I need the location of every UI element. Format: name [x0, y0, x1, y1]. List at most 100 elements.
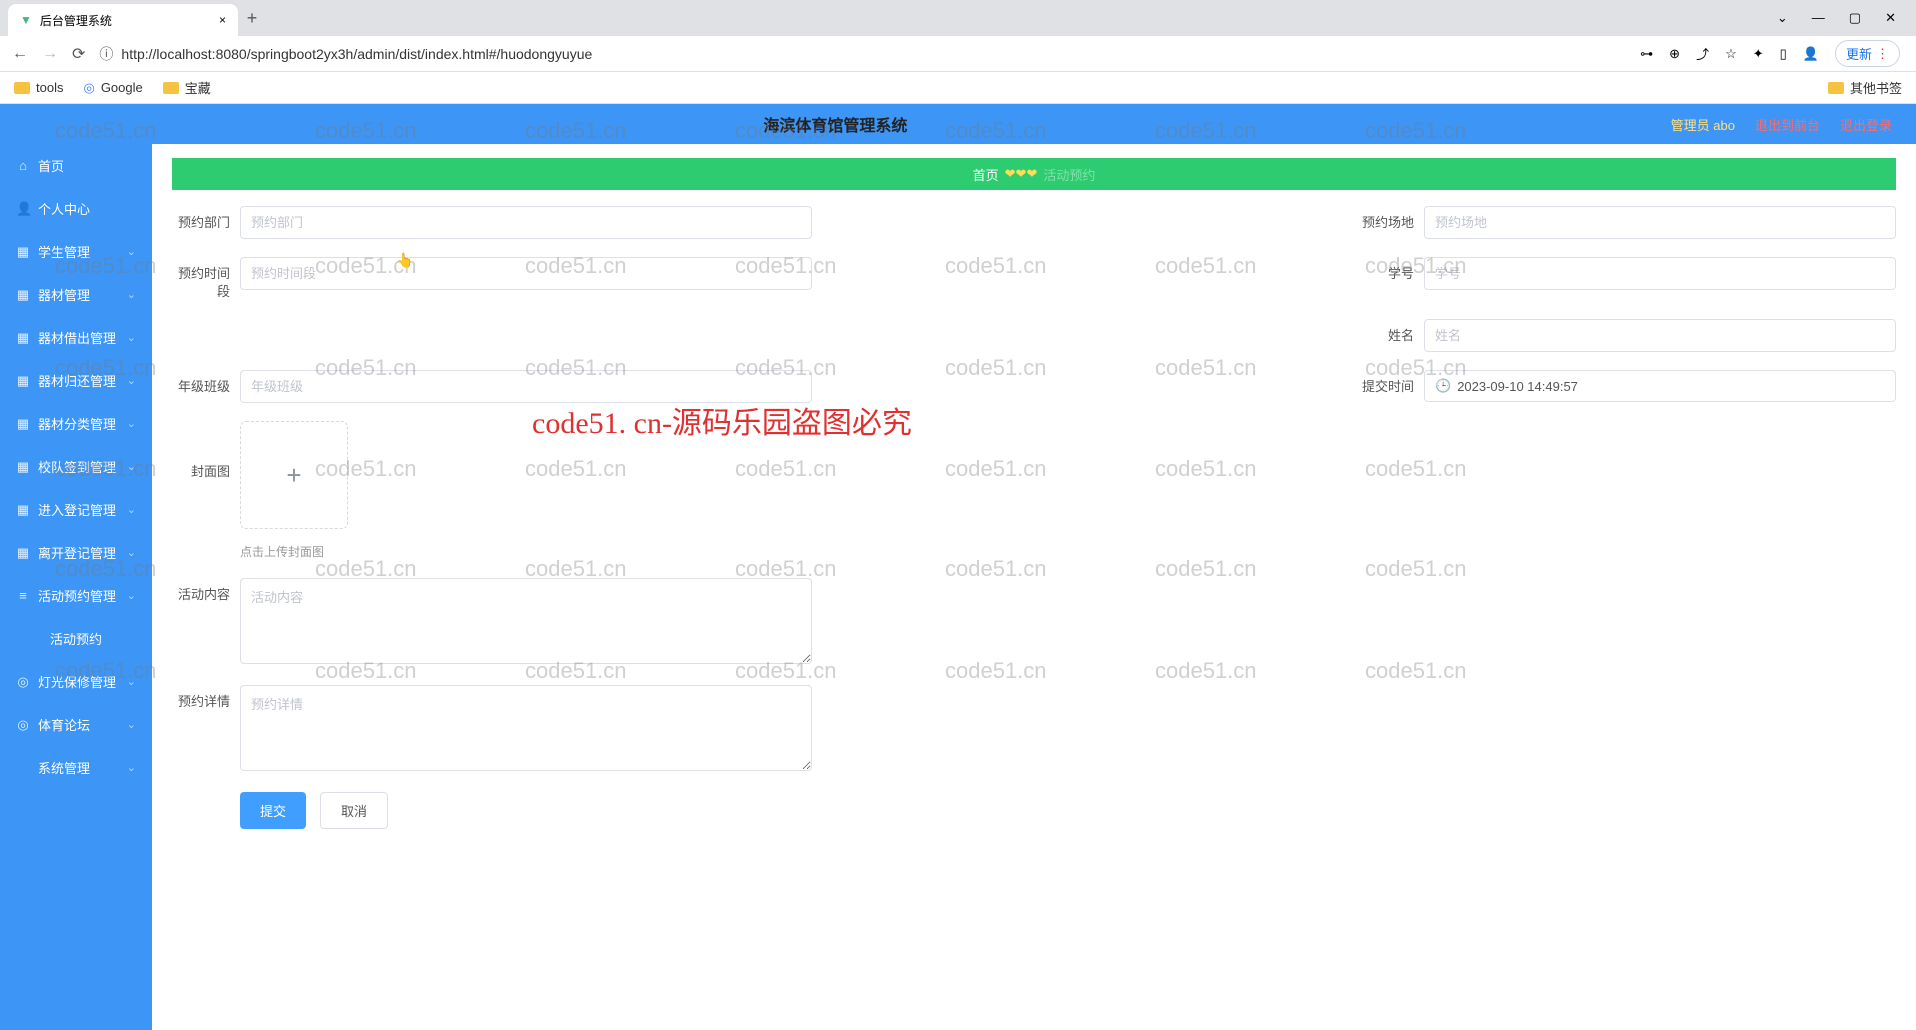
main-content: 首页 ❤❤❤ 活动预约 预约部门 预约场地 预约时间段 — [152, 144, 1916, 1030]
chevron-down-icon: ⌄ — [127, 245, 136, 258]
profile-icon[interactable]: 👤 — [1803, 46, 1819, 62]
browser-tab[interactable]: ▼ 后台管理系统 × — [8, 4, 238, 36]
sidebar-item-4[interactable]: ▦器材借出管理⌄ — [0, 316, 152, 359]
bookmark-google[interactable]: ◎Google — [83, 80, 142, 96]
sidebar-item-8[interactable]: ▦进入登记管理⌄ — [0, 488, 152, 531]
time-input[interactable] — [240, 257, 812, 290]
dept-input[interactable] — [240, 206, 812, 239]
submittime-input[interactable]: 🕒 2023-09-10 14:49:57 — [1424, 370, 1896, 402]
sidebar-label: 灯光保修管理 — [38, 672, 116, 691]
sidebar-icon: ⌂ — [16, 158, 30, 173]
sidebar-label: 体育论坛 — [38, 715, 90, 734]
sidebar-label: 器材管理 — [38, 285, 90, 304]
extension-icon[interactable]: ✦ — [1753, 46, 1764, 62]
sidebar-item-3[interactable]: ▦ 器材管理 ⌄ — [0, 273, 152, 316]
sidebar-icon: ◎ — [16, 674, 30, 690]
sidebar-label: 进入登记管理 — [38, 500, 116, 519]
sidebar-item-13[interactable]: ◎体育论坛⌄ — [0, 703, 152, 746]
sidebar-item-0[interactable]: ⌂首页 — [0, 144, 152, 187]
clock-icon: 🕒 — [1435, 378, 1451, 394]
sidebar-item-12[interactable]: ◎ 灯光保修管理 ⌄ — [0, 660, 152, 703]
google-icon: ◎ — [83, 80, 94, 96]
chevron-down-icon: ⌄ — [127, 417, 136, 430]
share-icon[interactable]: ⤴ — [1696, 44, 1709, 63]
sidebar-item-9[interactable]: ▦离开登记管理⌄ — [0, 531, 152, 574]
header-user[interactable]: 管理员 abo — [1671, 115, 1735, 134]
sidebar-label: 活动预约 — [50, 629, 102, 648]
browser-tab-strip: ▼ 后台管理系统 × + ⌄ ― ▢ ✕ — [0, 0, 1916, 36]
dept-label: 预约部门 — [172, 206, 230, 232]
hearts-icon: ❤❤❤ — [1005, 166, 1038, 182]
form: 预约部门 预约场地 预约时间段 学号 — [172, 190, 1896, 845]
back-icon[interactable]: ← — [12, 45, 28, 63]
submit-button[interactable]: 提交 — [240, 792, 306, 829]
sidebar-item-7[interactable]: ▦校队签到管理⌄ — [0, 445, 152, 488]
folder-icon — [14, 82, 30, 94]
detail-textarea[interactable] — [240, 685, 812, 771]
sidebar-icon: ▦ — [16, 287, 30, 303]
chevron-down-icon: ⌄ — [127, 374, 136, 387]
url-bar[interactable]: ⓘ http://localhost:8080/springboot2yx3h/… — [99, 44, 1626, 64]
sidebar-item-10[interactable]: ≡活动预约管理⌄ — [0, 574, 152, 617]
update-button[interactable]: 更新 ⋮ — [1835, 40, 1900, 67]
name-input[interactable] — [1424, 319, 1896, 352]
page-title: 海滨体育馆管理系统 — [0, 112, 1671, 136]
sid-label: 学号 — [1356, 257, 1414, 283]
upload-cover[interactable]: + — [240, 421, 348, 529]
sidebar-label: 校队签到管理 — [38, 457, 116, 476]
content-label: 活动内容 — [172, 578, 230, 604]
breadcrumb-sub: 活动预约 — [1043, 165, 1095, 184]
sid-input[interactable] — [1424, 257, 1896, 290]
breadcrumb: 首页 ❤❤❤ 活动预约 — [172, 158, 1896, 190]
sidebar-label: 器材分类管理 — [38, 414, 116, 433]
sidebar-item-5[interactable]: ▦器材归还管理⌄ — [0, 359, 152, 402]
sidebar-label: 系统管理 — [38, 758, 90, 777]
breadcrumb-home[interactable]: 首页 — [973, 165, 999, 184]
cancel-button[interactable]: 取消 — [320, 792, 388, 829]
sidebar-item-11[interactable]: 活动预约 — [0, 617, 152, 660]
close-window-icon[interactable]: ✕ — [1885, 10, 1896, 26]
sidebar: ⌂首页👤个人中心▦学生管理⌄▦器材管理⌄▦器材借出管理⌄▦器材归还管理⌄▦器材分… — [0, 144, 152, 1030]
bookmark-other[interactable]: 其他书签 — [1828, 78, 1902, 97]
header-back-link[interactable]: 退出到前台 — [1755, 115, 1820, 134]
new-tab-button[interactable]: + — [238, 8, 266, 29]
chevron-down-icon: ⌄ — [127, 288, 136, 301]
header-logout-link[interactable]: 退出登录 — [1840, 115, 1892, 134]
browser-nav: ← → ⟳ ⓘ http://localhost:8080/springboot… — [0, 36, 1916, 72]
zoom-icon[interactable]: ⊕ — [1669, 46, 1680, 62]
sidebar-label: 离开登记管理 — [38, 543, 116, 562]
class-input[interactable] — [240, 370, 812, 403]
chevron-down-icon: ⌄ — [127, 675, 136, 688]
sidebar-label: 个人中心 — [38, 199, 90, 218]
chevron-down-icon: ⌄ — [127, 331, 136, 344]
sidebar-icon: ▦ — [16, 330, 30, 346]
submittime-value: 2023-09-10 14:49:57 — [1457, 379, 1578, 394]
vue-icon: ▼ — [20, 13, 32, 27]
chevron-down-icon[interactable]: ⌄ — [1777, 10, 1788, 26]
sidebar-icon: ≡ — [16, 588, 30, 603]
cursor-icon: 👆 — [396, 252, 413, 269]
bookmark-tools[interactable]: tools — [14, 80, 63, 95]
time-label: 预约时间段 — [172, 257, 230, 301]
chevron-down-icon: ⌄ — [127, 589, 136, 602]
folder-icon — [163, 82, 179, 94]
close-icon[interactable]: × — [219, 13, 226, 27]
sidebar-item-1[interactable]: 👤个人中心 — [0, 187, 152, 230]
minimize-icon[interactable]: ― — [1812, 10, 1825, 26]
reload-icon[interactable]: ⟳ — [72, 44, 85, 64]
sidebar-item-6[interactable]: ▦器材分类管理⌄ — [0, 402, 152, 445]
maximize-icon[interactable]: ▢ — [1849, 10, 1861, 26]
sidebar-item-2[interactable]: ▦学生管理⌄ — [0, 230, 152, 273]
key-icon[interactable]: ⊶ — [1640, 46, 1653, 62]
sidebar-icon: ▦ — [16, 545, 30, 561]
venue-input[interactable] — [1424, 206, 1896, 239]
star-icon[interactable]: ☆ — [1725, 46, 1737, 62]
bookmark-treasure[interactable]: 宝藏 — [163, 78, 211, 97]
content-textarea[interactable] — [240, 578, 812, 664]
forward-icon[interactable]: → — [42, 45, 58, 63]
sidebar-label: 器材归还管理 — [38, 371, 116, 390]
sidebar-item-14[interactable]: 系统管理⌄ — [0, 746, 152, 789]
cover-label: 封面图 — [172, 421, 230, 481]
panel-icon[interactable]: ▯ — [1780, 46, 1787, 62]
chevron-down-icon: ⌄ — [127, 460, 136, 473]
